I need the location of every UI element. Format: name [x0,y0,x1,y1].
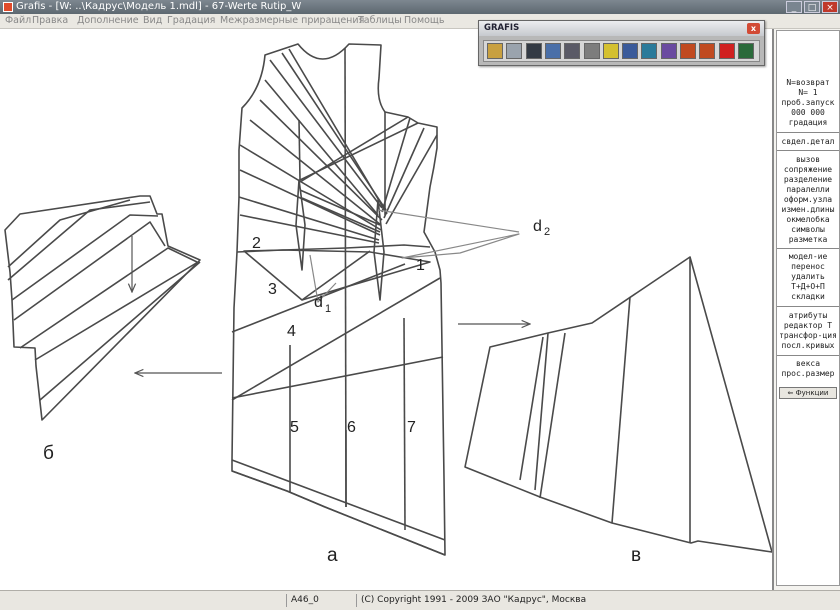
toolbar-title: GRAFIS [484,23,520,33]
ruler-icon[interactable] [602,43,619,59]
functions-button[interactable]: ⇐ Функции [779,387,837,399]
cmd-grading[interactable]: градация [777,118,839,128]
panel-divider [777,306,839,307]
cmd-modeling[interactable]: модел-ие [777,252,839,262]
cmd-trial-run[interactable]: проб.запуск [777,98,839,108]
cmd-text-editor[interactable]: редактор Т [777,321,839,331]
label-b: б [43,443,54,464]
cmd-vex[interactable]: векса [777,359,839,369]
menu-tables[interactable]: Таблицы [358,14,402,28]
menu-file[interactable]: Файл [5,14,31,28]
save-disk-icon[interactable] [525,43,542,59]
label-2: 2 [252,235,261,252]
window-controls: _ □ × [786,1,838,13]
magnifier-icon[interactable] [544,43,561,59]
panel-divider [777,355,839,356]
label-1: 1 [416,257,425,274]
menu-addition[interactable]: Дополнение [77,14,139,28]
label-d2: d [533,218,542,235]
cmd-call[interactable]: вызов [777,155,839,165]
cmd-parallel[interactable]: паралелли [777,185,839,195]
toolbar-close-button[interactable]: x [747,23,760,34]
cmd-node-format[interactable]: оформ.узла [777,195,839,205]
app-icon [3,2,13,12]
cmd-folds[interactable]: складки [777,292,839,302]
command-panel: N=возврат N= 1 проб.запуск 000 000 града… [772,29,840,590]
panel-divider [777,248,839,249]
export-icon[interactable] [699,43,716,59]
command-list: N=возврат N= 1 проб.запуск 000 000 града… [776,30,840,586]
minimize-button[interactable]: _ [786,1,802,13]
close-button[interactable]: × [822,1,838,13]
cmd-change-length[interactable]: измен.длины [777,205,839,215]
cmd-select-detail[interactable]: свдел.детал [777,137,839,147]
dart-right [373,199,385,301]
menu-increments[interactable]: Межразмерные приращения [220,14,364,28]
stop-icon[interactable] [718,43,735,59]
cmd-return[interactable]: N=возврат [777,78,839,88]
title-bar: Grafis - [W: ..\Кадрус\Модель 1.mdl] - 6… [0,0,840,14]
slash-line-4-b [231,277,441,401]
cmd-transfer[interactable]: перенос [777,262,839,272]
status-copyright: (C) Copyright 1991 - 2009 ЗАО "Кадрус", … [356,594,586,607]
toolbar-buttons [483,40,760,62]
screen-icon[interactable] [737,43,754,59]
cmd-code: 000 000 [791,108,825,117]
print-icon[interactable] [564,43,581,59]
label-6: 6 [347,419,356,436]
toolbar-titlebar[interactable]: GRAFIS x [479,21,764,36]
piece-b [4,195,201,421]
drawing-canvas[interactable]: а б в 2 3 4 1 5 6 7 d 1 d 2 [0,29,772,590]
maximize-button[interactable]: □ [804,1,820,13]
open-file-icon[interactable] [506,43,523,59]
vertical-line-7 [403,317,406,531]
label-4: 4 [287,323,296,340]
cmd-curve-seq[interactable]: посл.кривых [777,341,839,351]
cmd-tdop[interactable]: Т+Д+О+П [777,282,839,292]
dart-left [295,179,306,271]
label-d2-sub: 2 [544,226,550,238]
wand-icon[interactable] [641,43,658,59]
table-icon[interactable] [583,43,600,59]
pattern-drawing: а б в 2 3 4 1 5 6 7 d 1 d 2 [4,43,772,566]
label-v: в [631,545,641,566]
pattern-icon[interactable] [660,43,677,59]
window-title: Grafis - [W: ..\Кадрус\Модель 1.mdl] - 6… [16,1,302,12]
import-icon[interactable] [680,43,696,59]
cmd-symbols[interactable]: символы [777,225,839,235]
menu-grading[interactable]: Градация [167,14,215,28]
cmd-counter: N= 1 [798,88,818,97]
cmd-attributes[interactable]: атрибуты [777,311,839,321]
label-d1-sub: 1 [325,303,331,315]
menu-help[interactable]: Помощь [404,14,444,28]
grafis-toolbar: GRAFIS x [478,20,765,66]
hip-line [231,356,444,399]
menu-edit[interactable]: Правка [32,14,68,28]
piece-v [464,256,772,553]
label-5: 5 [290,419,299,436]
cmd-conjugation[interactable]: сопряжение [777,165,839,175]
cmd-delete[interactable]: удалить [777,272,839,282]
status-size: A46_0 [286,594,319,607]
cmd-transform[interactable]: трансфор-ция [777,331,839,341]
dress-outline [231,43,446,556]
label-7: 7 [407,419,416,436]
open-folder-icon[interactable] [487,43,503,59]
panel-divider [777,150,839,151]
cmd-trim[interactable]: окмелобка [777,215,839,225]
panel-divider [777,132,839,133]
label-a: а [327,545,338,566]
label-d1: d [314,294,323,311]
cmd-view-size[interactable]: прос.размер [777,369,839,379]
label-3: 3 [268,281,277,298]
cmd-division[interactable]: разделение [777,175,839,185]
cmd-marking[interactable]: разметка [777,235,839,245]
globe-icon[interactable] [622,43,639,59]
status-bar: A46_0 (C) Copyright 1991 - 2009 ЗАО "Кад… [0,590,840,610]
menu-view[interactable]: Вид [143,14,162,28]
